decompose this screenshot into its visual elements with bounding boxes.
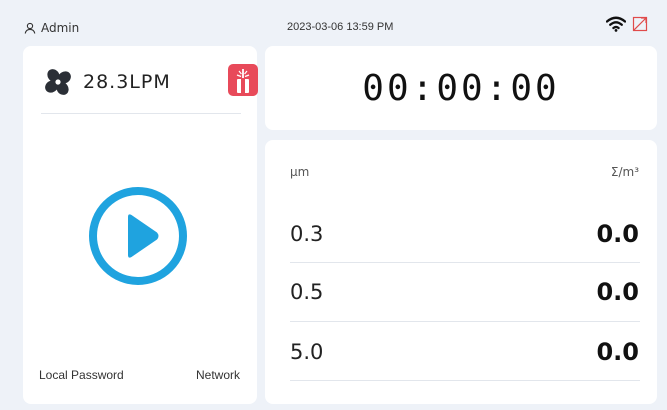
particle-size-label: 5.0 bbox=[290, 340, 324, 364]
play-icon bbox=[128, 214, 159, 258]
particle-size-label: 0.3 bbox=[290, 222, 324, 246]
size-column-header: μm bbox=[290, 165, 310, 179]
wifi-icon[interactable] bbox=[606, 16, 626, 32]
flow-rate-value: 28.3LPM bbox=[83, 71, 171, 93]
start-measurement-button[interactable] bbox=[86, 184, 190, 288]
no-signal-icon bbox=[632, 16, 648, 32]
particle-count-table: μm Σ/m³ 0.3 0.0 0.5 0.0 5.0 0.0 bbox=[265, 140, 657, 404]
divider bbox=[41, 113, 241, 114]
user-name: Admin bbox=[41, 21, 80, 35]
local-password-link[interactable]: Local Password bbox=[39, 368, 124, 382]
timer-panel: 00:00:00 bbox=[265, 46, 657, 130]
laser-status-badge[interactable] bbox=[228, 64, 258, 96]
network-link[interactable]: Network bbox=[196, 368, 240, 382]
count-column-header: Σ/m³ bbox=[610, 165, 639, 179]
fan-icon bbox=[45, 69, 71, 95]
user-icon bbox=[24, 22, 36, 34]
status-bar: Admin 2023-03-06 13:59 PM bbox=[0, 0, 667, 40]
datetime: 2023-03-06 13:59 PM bbox=[287, 21, 394, 33]
particle-size-label: 0.5 bbox=[290, 280, 324, 304]
particle-count-value: 0.0 bbox=[596, 338, 639, 366]
row-divider bbox=[290, 321, 640, 322]
status-icons bbox=[606, 16, 648, 32]
row-divider bbox=[290, 262, 640, 263]
particle-count-value: 0.0 bbox=[596, 278, 639, 306]
elapsed-timer: 00:00:00 bbox=[362, 67, 560, 109]
laser-icon bbox=[236, 69, 250, 93]
user-account[interactable]: Admin bbox=[24, 21, 79, 35]
row-divider bbox=[290, 380, 640, 381]
flow-rate-display: 28.3LPM bbox=[43, 64, 258, 100]
particle-count-value: 0.0 bbox=[596, 220, 639, 248]
control-panel: 28.3LPM Local Password Network bbox=[23, 46, 258, 404]
